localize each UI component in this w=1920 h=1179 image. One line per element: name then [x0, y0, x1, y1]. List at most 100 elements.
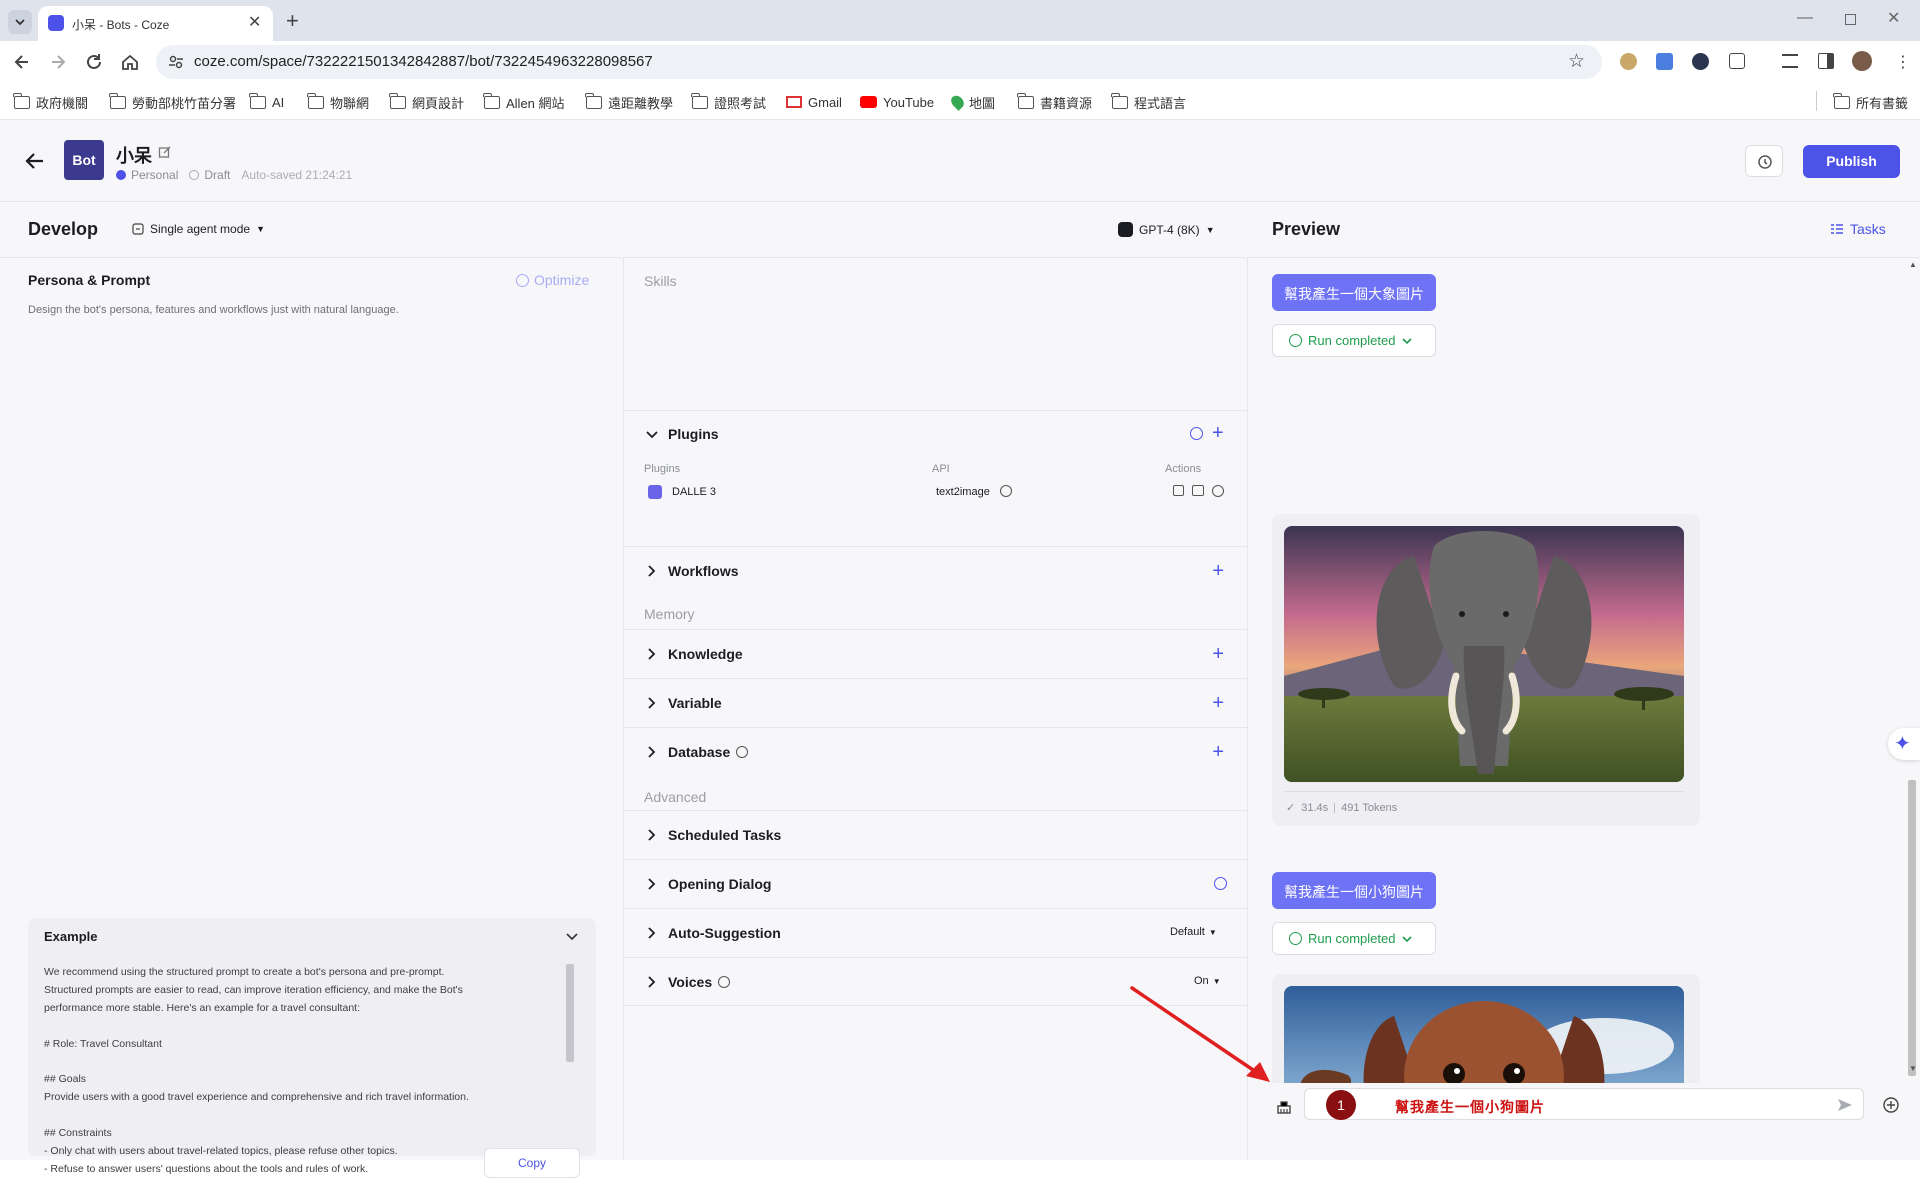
bookmark-folder[interactable]: 物聯網	[307, 92, 369, 111]
close-window-icon[interactable]: ✕	[1887, 8, 1900, 28]
bookmark-folder[interactable]: AI	[249, 92, 284, 111]
copy-icon[interactable]	[1173, 485, 1184, 496]
history-icon	[1758, 155, 1772, 169]
add-database-icon[interactable]: +	[1212, 742, 1224, 762]
bot-meta: Personal Draft Auto-saved 21:24:21	[116, 168, 352, 182]
scheduled-tasks-section[interactable]: Scheduled Tasks	[624, 810, 1248, 859]
variable-section[interactable]: Variable +	[624, 678, 1248, 727]
extension-icon[interactable]	[1620, 53, 1637, 70]
reload-icon[interactable]	[84, 52, 104, 72]
opening-dialog-section[interactable]: Opening Dialog	[624, 859, 1248, 908]
send-icon[interactable]	[1837, 1097, 1853, 1113]
minimize-icon[interactable]: —	[1797, 9, 1813, 27]
bookmark-folder[interactable]: 勞動部桃竹苗分署	[109, 92, 236, 111]
chat-scrollbar[interactable]: ▲	[1906, 258, 1918, 1076]
scrollbar-thumb[interactable]	[1908, 780, 1916, 1076]
api-col-header: API	[932, 463, 950, 475]
draft-label: Draft	[204, 168, 231, 182]
media-control-icon[interactable]	[1782, 54, 1798, 68]
bookmark-folder[interactable]: Allen 網站	[483, 92, 565, 111]
browser-tab-active[interactable]: 小呆 - Bots - Coze ✕	[38, 6, 273, 41]
auto-plugin-icon[interactable]	[1190, 427, 1203, 440]
info-icon[interactable]	[1000, 485, 1012, 497]
persona-title: Persona & Prompt	[28, 272, 151, 288]
settings-icon[interactable]	[1192, 485, 1204, 496]
collapse-chevron-icon[interactable]	[565, 930, 579, 944]
database-section[interactable]: Database +	[624, 727, 1248, 776]
advanced-section-label: Advanced	[644, 789, 707, 805]
history-button[interactable]	[1745, 145, 1783, 177]
add-plugin-icon[interactable]: +	[1212, 422, 1224, 445]
tab-search-button[interactable]	[8, 10, 32, 34]
bookmark-folder[interactable]: 程式語言	[1111, 92, 1186, 111]
preview-title: Preview	[1272, 219, 1341, 239]
back-icon[interactable]	[12, 52, 32, 72]
auto-suggestion-select[interactable]: Default ▼	[1170, 926, 1217, 938]
folder-icon	[585, 92, 602, 109]
info-icon[interactable]	[718, 976, 730, 988]
bookmark-folder[interactable]: 網頁設計	[389, 92, 464, 111]
remove-icon[interactable]	[1212, 485, 1224, 497]
add-workflow-icon[interactable]: +	[1212, 561, 1224, 581]
browser-menu-icon[interactable]: ⋮	[1895, 52, 1911, 72]
bookmark-folder[interactable]: 遠距離教學	[585, 92, 673, 111]
add-variable-icon[interactable]: +	[1212, 693, 1224, 713]
example-scrollbar[interactable]	[565, 956, 575, 1108]
home-icon[interactable]	[120, 52, 140, 72]
model-select[interactable]: GPT-4 (8K) ▼	[1118, 222, 1215, 237]
run-status-toggle[interactable]: Run completed	[1272, 324, 1436, 357]
draft-icon	[189, 170, 200, 180]
browser-toolbar: coze.com/space/7322221501342842887/bot/7…	[0, 41, 1920, 83]
forward-icon[interactable]	[48, 52, 68, 72]
chevron-down-icon[interactable]	[646, 429, 658, 441]
auto-generate-icon[interactable]	[1214, 877, 1227, 890]
plugin-name[interactable]: DALLE 3	[672, 486, 716, 498]
clear-chat-icon[interactable]	[1276, 1099, 1292, 1115]
scrollbar-thumb[interactable]	[566, 964, 574, 1062]
extensions-puzzle-icon[interactable]	[1729, 53, 1745, 69]
auto-suggestion-section[interactable]: Auto-Suggestion Default ▼	[624, 908, 1248, 957]
address-bar[interactable]: coze.com/space/7322221501342842887/bot/7…	[156, 45, 1602, 79]
back-arrow-icon[interactable]	[24, 150, 46, 172]
edit-icon[interactable]	[158, 145, 172, 159]
new-tab-icon[interactable]: +	[286, 8, 299, 34]
bookmark-folder[interactable]: 政府機關	[13, 92, 88, 111]
restore-icon[interactable]	[1845, 14, 1856, 25]
knowledge-section[interactable]: Knowledge +	[624, 629, 1248, 678]
chevron-right-icon	[648, 976, 656, 988]
bookmark-star-icon[interactable]: ☆	[1568, 50, 1585, 73]
optimize-button[interactable]: Optimize	[516, 272, 589, 288]
generated-elephant-image	[1284, 526, 1684, 782]
side-panel-icon[interactable]	[1818, 53, 1834, 69]
chat-input[interactable]: 幫我產生一個小狗圖片	[1304, 1088, 1864, 1120]
run-status-toggle[interactable]: Run completed	[1272, 922, 1436, 955]
bookmark-folder[interactable]: 書籍資源	[1017, 92, 1092, 111]
tasks-button[interactable]: Tasks	[1830, 221, 1886, 237]
close-tab-icon[interactable]: ✕	[248, 12, 261, 32]
translate-icon[interactable]	[1656, 53, 1673, 70]
scroll-down-icon[interactable]: ▼	[1909, 1064, 1917, 1073]
elephant-image[interactable]	[1284, 526, 1684, 782]
bookmark-youtube[interactable]: YouTube	[860, 93, 934, 111]
copy-button[interactable]: Copy	[484, 1148, 580, 1178]
bookmark-maps[interactable]: 地圖	[948, 93, 995, 111]
add-circle-icon[interactable]	[1882, 1096, 1900, 1114]
site-settings-icon[interactable]	[168, 54, 184, 70]
bot-avatar[interactable]: Bot	[64, 140, 104, 180]
profile-avatar[interactable]	[1852, 51, 1872, 71]
caret-down-icon: ▼	[1205, 224, 1215, 235]
bookmark-folder[interactable]: 證照考試	[691, 92, 766, 111]
scroll-up-icon[interactable]: ▲	[1909, 260, 1917, 269]
ai-assistant-button[interactable]: ✦	[1888, 728, 1920, 760]
chevron-right-icon	[648, 648, 656, 660]
publish-button[interactable]: Publish	[1803, 145, 1900, 178]
workflows-section[interactable]: Workflows +	[624, 546, 1248, 595]
bookmark-gmail[interactable]: Gmail	[786, 93, 842, 111]
info-icon[interactable]	[736, 746, 748, 758]
chevron-down-icon	[1402, 935, 1413, 942]
extension-icon[interactable]	[1692, 53, 1709, 70]
all-bookmarks[interactable]: 所有書籤	[1833, 92, 1908, 111]
add-knowledge-icon[interactable]: +	[1212, 644, 1224, 664]
persona-prompt-editor[interactable]: Design the bot's persona, features and w…	[28, 304, 598, 724]
agent-mode-select[interactable]: Single agent mode ▼	[132, 222, 265, 236]
